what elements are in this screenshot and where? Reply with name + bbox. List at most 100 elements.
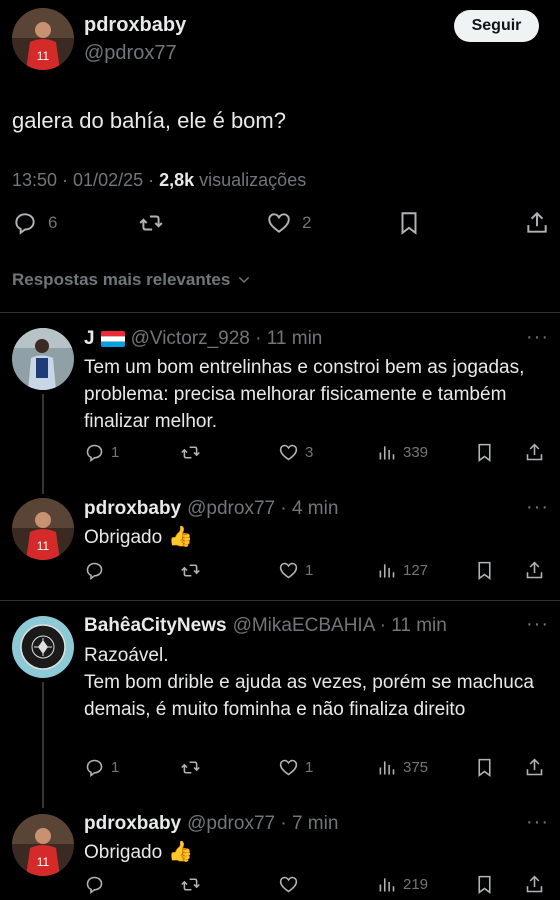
svg-text:11: 11 [37,855,50,869]
thread-line [42,682,44,808]
like-count: 3 [305,444,314,461]
reply-count: 6 [48,213,58,232]
share-icon [526,875,543,893]
retweet-button[interactable] [180,442,201,463]
like-button[interactable]: 2 [266,210,311,236]
reply-handle[interactable]: @Victorz_928 · 11 min [131,328,323,350]
views-count: 339 [403,444,429,461]
reply-avatar[interactable]: 11 [12,498,74,560]
reply-handle[interactable]: @MikaECBAHIA · 11 min [233,615,447,637]
divider [0,600,560,601]
reply-actions: 1 3 339 [84,442,554,470]
share-button[interactable] [524,757,545,778]
bookmark-button[interactable] [474,560,495,581]
tweet-timestamp[interactable]: 13:50 · 01/02/25 · [12,170,159,190]
like-button[interactable]: 1 [278,757,313,778]
views-count: 375 [403,759,429,776]
author-name[interactable]: pdroxbaby [84,14,186,37]
thumbs-up-icon: 👍 [168,841,194,863]
analytics-icon [379,564,395,578]
views-button[interactable]: 127 [376,560,428,581]
reply-text-container: Obrigado 👍 [84,839,554,866]
reply-actions: 1 127 [84,560,554,588]
heart-icon [279,562,298,579]
retweet-button[interactable] [138,210,164,236]
bookmark-icon [478,875,491,894]
like-button[interactable]: 1 [278,560,313,581]
retweet-icon [181,564,200,577]
more-options-icon[interactable]: ··· [526,811,549,834]
author-avatar[interactable]: 11 [12,8,74,70]
bookmark-button[interactable] [474,757,495,778]
thread-line [42,394,44,494]
bookmark-button[interactable] [396,210,422,236]
retweet-icon [181,761,200,774]
reply-text: Tem um bom entrelinhas e constroi bem as… [84,357,525,432]
views-button[interactable]: 219 [376,874,428,895]
views-button[interactable]: 339 [376,442,428,463]
reply-avatar[interactable] [12,328,74,390]
reply-icon [86,759,103,777]
reply-text: Obrigado [84,527,163,548]
reply-text-line: Tem bom drible e ajuda as vezes, porém s… [84,672,534,720]
retweet-button[interactable] [180,874,201,895]
reply-button[interactable]: 6 [12,210,57,236]
reply-icon [86,876,103,894]
divider [0,312,560,313]
reply-text-container: Razoável. Tem bom drible e ajuda as veze… [84,642,554,723]
author-handle[interactable]: @pdrox77 [84,42,177,65]
reply-icon [15,213,35,235]
like-count: 1 [305,562,314,579]
views-label: visualizações [194,170,307,190]
analytics-icon [379,761,395,775]
reply-author-name[interactable]: pdroxbaby [84,498,181,520]
reply-count: 1 [111,444,120,461]
reply-author-name[interactable]: BahêaCityNews [84,615,227,637]
share-button[interactable] [524,560,545,581]
bookmark-icon [478,443,491,462]
share-button[interactable] [524,210,550,236]
thumbs-up-icon: 👍 [168,526,194,548]
sort-replies-dropdown[interactable]: Respostas mais relevantes [12,270,252,290]
retweet-button[interactable] [180,757,201,778]
reply-handle[interactable]: @pdrox77 · 7 min [187,813,338,835]
follow-button[interactable]: Seguir [454,10,539,42]
reply-text-container: Obrigado 👍 [84,524,554,551]
reply-handle[interactable]: @pdrox77 · 4 min [187,498,338,520]
bookmark-button[interactable] [474,442,495,463]
reply-header: pdroxbaby @pdrox77 · 7 min [84,813,338,835]
reply-count: 1 [111,759,120,776]
heart-icon [279,444,298,461]
retweet-icon [139,215,163,231]
reply-avatar[interactable] [12,616,74,678]
reply-button[interactable]: 1 [84,442,119,463]
retweet-button[interactable] [180,560,201,581]
reply-avatar[interactable]: 11 [12,814,74,876]
bookmark-button[interactable] [474,874,495,895]
more-options-icon[interactable]: ··· [526,326,549,349]
like-button[interactable]: 3 [278,442,313,463]
views-count: 127 [403,562,429,579]
reply-header: BahêaCityNews @MikaECBAHIA · 11 min [84,615,447,637]
share-button[interactable] [524,874,545,895]
more-options-icon[interactable]: ··· [526,613,549,636]
like-count: 1 [305,759,314,776]
reply-author-name[interactable]: pdroxbaby [84,813,181,835]
views-button[interactable]: 375 [376,757,428,778]
reply-author-name[interactable]: J [84,328,95,350]
like-button[interactable] [278,874,299,895]
luxembourg-flag-icon [100,331,125,347]
share-button[interactable] [524,442,545,463]
share-icon [526,758,543,776]
more-options-icon[interactable]: ··· [526,496,549,519]
reply-button[interactable]: 1 [84,757,119,778]
views-count: 2,8k [159,170,195,190]
retweet-icon [181,446,200,459]
share-icon [526,443,543,461]
views-count: 219 [403,876,429,893]
analytics-icon [379,878,395,892]
svg-text:11: 11 [37,539,50,553]
reply-button[interactable] [84,874,105,895]
reply-button[interactable] [84,560,105,581]
heart-icon [279,759,298,776]
